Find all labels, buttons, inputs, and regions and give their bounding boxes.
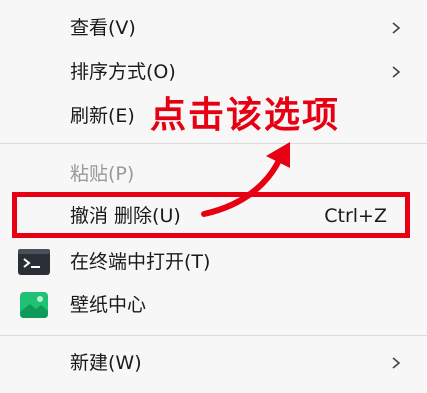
menu-item-label: 新建(W) — [70, 352, 142, 374]
menu-item-wallpaper-center[interactable]: 壁纸中心 — [0, 285, 427, 325]
terminal-icon — [18, 249, 50, 275]
wallpaper-icon — [20, 292, 48, 318]
menu-separator — [0, 335, 427, 336]
chevron-right-icon — [392, 66, 401, 78]
chevron-right-icon — [392, 357, 401, 369]
annotation-arrow-icon — [201, 142, 290, 217]
menu-item-label: 刷新(E) — [70, 105, 135, 127]
menu-item-label: 在终端中打开(T) — [70, 251, 211, 273]
menu-item-label: 排序方式(O) — [70, 61, 176, 83]
menu-item-label: 查看(V) — [70, 17, 136, 39]
menu-item-open-in-terminal[interactable]: 在终端中打开(T) — [0, 242, 427, 282]
context-menu: 查看(V) 排序方式(O) 刷新(E) 粘贴(P) 撤消 删除(U) Ctrl+… — [0, 0, 427, 393]
chevron-right-icon — [392, 22, 401, 34]
menu-item-view[interactable]: 查看(V) — [0, 8, 427, 48]
annotation-text: 点击该选项 — [150, 95, 341, 136]
menu-item-label: 壁纸中心 — [70, 294, 147, 316]
menu-item-new[interactable]: 新建(W) — [0, 343, 427, 383]
menu-item-label: 粘贴(P) — [70, 163, 135, 185]
